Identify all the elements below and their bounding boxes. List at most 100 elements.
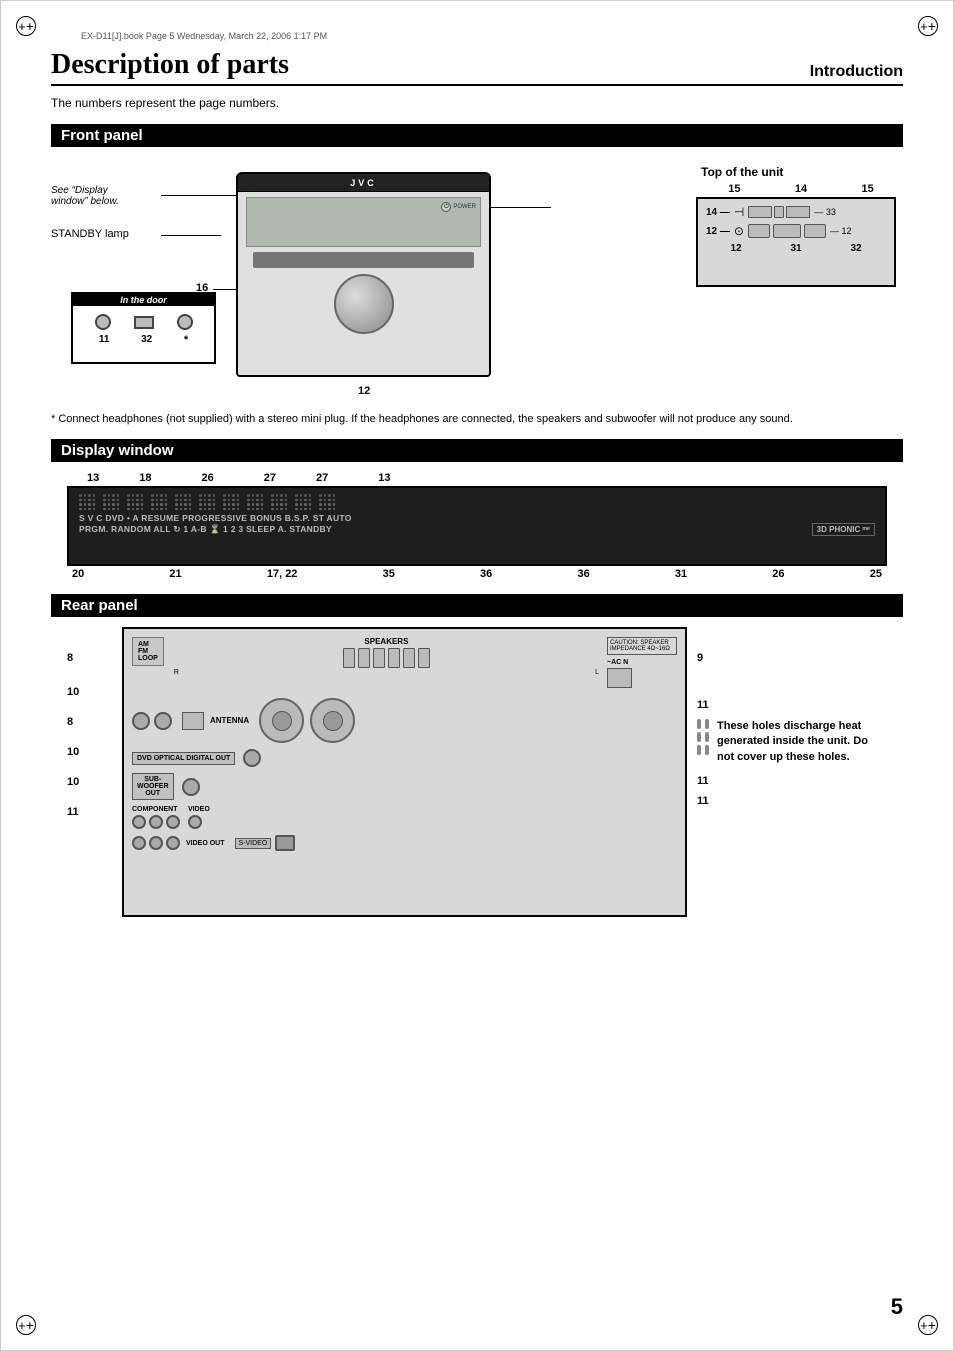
component-section: COMPONENT bbox=[132, 806, 180, 829]
speaker-terminals bbox=[174, 648, 599, 668]
dw-num-13-1: 13 bbox=[87, 472, 99, 484]
rear-left-numbers: 8 10 8 10 10 11 bbox=[67, 627, 122, 917]
reg-mark-tr: + bbox=[918, 16, 938, 36]
door-jack-3 bbox=[177, 314, 193, 330]
page-title: Description of parts bbox=[51, 49, 289, 81]
ac-n-label: ~AC N bbox=[607, 659, 677, 666]
amfm-block: AM FM LOOP bbox=[132, 637, 164, 666]
dot-row-4 bbox=[79, 508, 875, 511]
device-display: ⏻ POWER bbox=[246, 197, 481, 247]
dvd-optical-label: DVD OPTICAL DIGITAL OUT bbox=[132, 752, 235, 765]
dot-group bbox=[127, 508, 143, 511]
vent-slot bbox=[697, 719, 701, 729]
video-label: VIDEO bbox=[188, 806, 210, 813]
intro-text: The numbers represent the page numbers. bbox=[51, 96, 903, 110]
dot-group bbox=[271, 494, 287, 497]
callout-line-standby bbox=[161, 235, 221, 236]
dot-group bbox=[79, 494, 95, 497]
see-display-label: See “Display window” below. bbox=[51, 185, 161, 207]
dot-group bbox=[151, 494, 167, 497]
top-unit-bottom-numbers: 12 31 32 bbox=[706, 243, 886, 254]
caution-label: CAUTION: SPEAKER IMPEDANCE 4Ω~16Ω bbox=[607, 637, 677, 655]
vent-slot bbox=[697, 745, 701, 755]
label-12-bottom: 12 bbox=[358, 385, 370, 397]
volume-knob bbox=[334, 274, 394, 334]
device-body: JVC ⏻ POWER bbox=[236, 172, 491, 377]
label-asterisk: * bbox=[184, 334, 188, 346]
dot-group bbox=[151, 499, 167, 502]
dw-num-36-1: 36 bbox=[480, 568, 492, 580]
dot-group bbox=[319, 499, 335, 502]
rp-num-11-1: 11 bbox=[67, 806, 122, 818]
dot-group bbox=[247, 508, 263, 511]
video-jack bbox=[188, 815, 202, 829]
dot-row-3 bbox=[79, 503, 875, 506]
dw-num-1722: 17, 22 bbox=[267, 568, 298, 580]
dw-num-31: 31 bbox=[675, 568, 687, 580]
rear-row-speakers: AM FM LOOP SPEAKERS bbox=[132, 637, 677, 690]
dw-num-35: 35 bbox=[383, 568, 395, 580]
rp-num-8-2: 8 bbox=[67, 716, 122, 728]
subwoofer-jack bbox=[182, 778, 200, 796]
dot-group bbox=[175, 503, 191, 506]
rear-row-component: COMPONENT VIDEO bbox=[132, 806, 677, 829]
label-32-tu: 32 bbox=[850, 243, 861, 254]
label-14-top: 14 bbox=[795, 183, 807, 195]
rp-num-11-r1: 11 bbox=[697, 699, 887, 711]
dw-num-36-2: 36 bbox=[577, 568, 589, 580]
dw-num-25: 25 bbox=[870, 568, 882, 580]
top-unit-label: Top of the unit bbox=[701, 165, 911, 179]
dot-group bbox=[223, 508, 239, 511]
dot-group bbox=[319, 508, 335, 511]
caution-section: CAUTION: SPEAKER IMPEDANCE 4Ω~16Ω ~AC N bbox=[607, 637, 677, 690]
dot-group bbox=[199, 499, 215, 502]
device-brand: JVC bbox=[350, 178, 377, 188]
dot-group bbox=[199, 508, 215, 511]
dot-group bbox=[271, 499, 287, 502]
dot-group bbox=[79, 499, 95, 502]
ac-terminal bbox=[607, 668, 632, 688]
power-button: ⏻ bbox=[441, 202, 451, 212]
label-32-door: 32 bbox=[141, 334, 152, 346]
s-video-port bbox=[275, 835, 295, 851]
label-12-tu: 12 bbox=[730, 243, 741, 254]
file-metadata: EX-D11[J].book Page 5 Wednesday, March 2… bbox=[81, 31, 903, 41]
video-out-jacks bbox=[132, 836, 180, 850]
heat-note-text: These holes discharge heat generated ins… bbox=[717, 719, 877, 765]
speaker-rl-labels: RL bbox=[174, 669, 599, 676]
door-connectors bbox=[73, 306, 214, 334]
callout-line-display bbox=[161, 195, 241, 196]
dot-group bbox=[103, 503, 119, 506]
top-unit-row2: 12 — ⊙ — 12 bbox=[706, 224, 886, 238]
vent-col-2 bbox=[705, 719, 709, 755]
rp-num-11-r3: 11 bbox=[697, 795, 887, 807]
rp-num-10-3: 10 bbox=[67, 776, 122, 788]
door-label: In the door bbox=[73, 294, 214, 306]
top-unit-inner: 14 — ⊣ — 33 12 — ⊙ bbox=[696, 197, 896, 287]
optical-jack bbox=[243, 749, 261, 767]
rp-num-8-1: 8 bbox=[67, 652, 122, 664]
rear-device-body: AM FM LOOP SPEAKERS bbox=[122, 627, 687, 917]
rp-num-11-right: 11 bbox=[697, 699, 887, 711]
dot-group bbox=[151, 503, 167, 506]
display-text-row2: PRGM. RANDOM ALL ↻ 1 A-B ⌛ 1 2 3 SLEEP A… bbox=[79, 523, 875, 536]
dot-group bbox=[295, 508, 311, 511]
dw-num-27-1: 27 bbox=[264, 472, 276, 484]
page-header: Description of parts Introduction bbox=[51, 49, 903, 86]
connector-line bbox=[491, 207, 551, 208]
dot-group bbox=[295, 503, 311, 506]
vent-slot bbox=[697, 732, 701, 742]
display-window-diagram: 13 18 26 27 27 13 bbox=[67, 472, 887, 580]
rp-num-9: 9 bbox=[697, 652, 887, 664]
dw-num-13-2: 13 bbox=[378, 472, 390, 484]
dot-group bbox=[175, 494, 191, 497]
rear-row-subwoofer: SUB-WOOFEROUT bbox=[132, 773, 677, 800]
dw-num-26: 26 bbox=[772, 568, 784, 580]
vent-holes bbox=[697, 719, 709, 755]
section-title: Introduction bbox=[810, 63, 903, 81]
page-wrapper: + + + + EX-D11[J].book Page 5 Wednesday,… bbox=[0, 0, 954, 1351]
door-numbers: 11 32 * bbox=[73, 334, 214, 346]
knob-area bbox=[238, 274, 489, 334]
dot-group bbox=[79, 503, 95, 506]
dot-group bbox=[151, 508, 167, 511]
